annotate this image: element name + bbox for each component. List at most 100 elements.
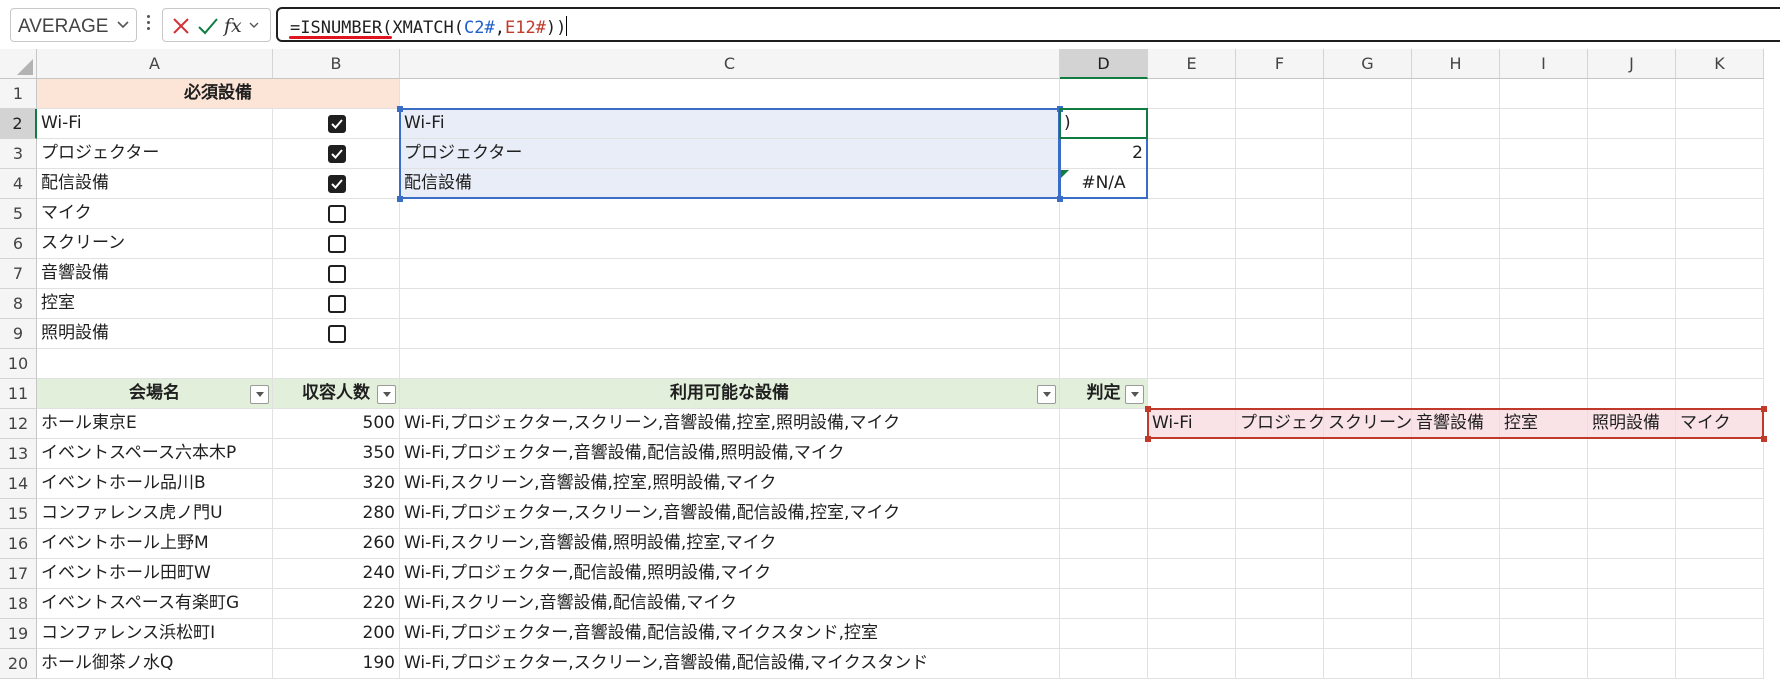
cell[interactable] <box>1500 319 1588 349</box>
cell[interactable] <box>1676 559 1764 589</box>
cell[interactable] <box>1412 229 1500 259</box>
equipment-name-cell[interactable]: 音響設備 <box>37 259 273 289</box>
column-header-c[interactable]: C <box>400 49 1060 79</box>
row-header-13[interactable]: 13 <box>0 439 37 469</box>
column-header-a[interactable]: A <box>37 49 273 79</box>
cell[interactable] <box>1060 79 1148 109</box>
row-header-14[interactable]: 14 <box>0 469 37 499</box>
capacity-cell[interactable]: 500 <box>273 409 400 439</box>
cell[interactable] <box>1412 79 1500 109</box>
row-header-7[interactable]: 7 <box>0 259 37 289</box>
row-header-3[interactable]: 3 <box>0 139 37 169</box>
judgement-cell[interactable] <box>1060 619 1148 649</box>
row-header-5[interactable]: 5 <box>0 199 37 229</box>
name-box[interactable]: AVERAGE <box>10 8 137 42</box>
spill-cell-c[interactable]: Wi-Fi <box>400 109 1060 139</box>
capacity-cell[interactable]: 240 <box>273 559 400 589</box>
cell[interactable] <box>1500 109 1588 139</box>
equipment-name-cell[interactable]: Wi-Fi <box>37 109 273 139</box>
cell[interactable] <box>1588 619 1676 649</box>
equipment-list-cell[interactable]: Wi-Fi,プロジェクター,スクリーン,音響設備,配信設備,マイクスタンド <box>400 649 1060 679</box>
cell[interactable] <box>400 79 1060 109</box>
checkbox-unchecked[interactable] <box>327 205 346 223</box>
cell[interactable] <box>1676 619 1764 649</box>
equipment-list-cell[interactable]: Wi-Fi,プロジェクター,配信設備,照明設備,マイク <box>400 559 1060 589</box>
cell[interactable] <box>1324 289 1412 319</box>
capacity-cell[interactable]: 200 <box>273 619 400 649</box>
cell[interactable] <box>400 319 1060 349</box>
cell[interactable] <box>1412 439 1500 469</box>
venue-name-cell[interactable]: イベントホール田町W <box>37 559 273 589</box>
cell[interactable] <box>1148 229 1236 259</box>
cell[interactable] <box>1236 109 1324 139</box>
cell[interactable] <box>1676 589 1764 619</box>
row-header-17[interactable]: 17 <box>0 559 37 589</box>
cell[interactable] <box>1412 499 1500 529</box>
table-header-1[interactable]: 会場名 <box>37 379 273 409</box>
row-header-8[interactable]: 8 <box>0 289 37 319</box>
venue-name-cell[interactable]: コンファレンス浜松町I <box>37 619 273 649</box>
cell[interactable] <box>1588 559 1676 589</box>
venue-name-cell[interactable]: ホール東京E <box>37 409 273 439</box>
cell[interactable] <box>1148 559 1236 589</box>
split-cell[interactable]: プロジェクター <box>1236 409 1324 439</box>
table-header-3[interactable]: 利用可能な設備 <box>400 379 1060 409</box>
split-cell[interactable]: 控室 <box>1500 409 1588 439</box>
cell[interactable] <box>1676 379 1764 409</box>
cell[interactable] <box>1324 109 1412 139</box>
cell[interactable] <box>1236 259 1324 289</box>
row-header-10[interactable]: 10 <box>0 349 37 379</box>
cell[interactable] <box>1148 259 1236 289</box>
cell[interactable] <box>1500 79 1588 109</box>
equipment-name-cell[interactable]: 配信設備 <box>37 169 273 199</box>
cell[interactable] <box>1676 349 1764 379</box>
range-handle[interactable] <box>1057 196 1063 202</box>
cell[interactable] <box>1500 199 1588 229</box>
column-header-b[interactable]: B <box>273 49 400 79</box>
cell[interactable] <box>1148 169 1236 199</box>
cell[interactable] <box>1500 529 1588 559</box>
cell[interactable] <box>1412 259 1500 289</box>
cell[interactable] <box>1676 439 1764 469</box>
venue-name-cell[interactable]: イベントスペース有楽町G <box>37 589 273 619</box>
cell[interactable] <box>1500 349 1588 379</box>
cell[interactable] <box>1412 139 1500 169</box>
filter-dropdown-icon[interactable] <box>1037 385 1056 404</box>
cell[interactable] <box>400 229 1060 259</box>
checkbox-unchecked[interactable] <box>327 295 346 313</box>
cell[interactable] <box>1588 469 1676 499</box>
row-header-18[interactable]: 18 <box>0 589 37 619</box>
cell[interactable] <box>1060 289 1148 319</box>
cell[interactable] <box>1236 79 1324 109</box>
cell[interactable] <box>1412 619 1500 649</box>
equipment-name-cell[interactable]: マイク <box>37 199 273 229</box>
cell[interactable] <box>1588 259 1676 289</box>
column-header-g[interactable]: G <box>1324 49 1412 79</box>
row-header-16[interactable]: 16 <box>0 529 37 559</box>
cell[interactable] <box>1324 559 1412 589</box>
sort-desc-filter-icon[interactable] <box>377 385 396 404</box>
row-header-9[interactable]: 9 <box>0 319 37 349</box>
cell[interactable] <box>1412 649 1500 679</box>
cell[interactable] <box>1324 649 1412 679</box>
cell[interactable] <box>1676 79 1764 109</box>
row-header-19[interactable]: 19 <box>0 619 37 649</box>
equipment-name-cell[interactable]: 控室 <box>37 289 273 319</box>
result-cell[interactable]: 2 <box>1060 139 1148 169</box>
insert-function-icon[interactable]: fx <box>223 14 263 38</box>
cell[interactable] <box>1588 649 1676 679</box>
cell[interactable] <box>1324 199 1412 229</box>
cell[interactable] <box>1676 139 1764 169</box>
cell[interactable] <box>1676 319 1764 349</box>
cell[interactable] <box>1324 469 1412 499</box>
judgement-cell[interactable] <box>1060 439 1148 469</box>
cell[interactable] <box>1148 529 1236 559</box>
cell[interactable] <box>1060 319 1148 349</box>
cell[interactable] <box>1412 559 1500 589</box>
equipment-list-cell[interactable]: Wi-Fi,スクリーン,音響設備,配信設備,マイク <box>400 589 1060 619</box>
cell[interactable] <box>1588 589 1676 619</box>
cell[interactable] <box>1588 199 1676 229</box>
cell[interactable] <box>1676 649 1764 679</box>
equipment-name-cell[interactable]: スクリーン <box>37 229 273 259</box>
cell[interactable] <box>1324 319 1412 349</box>
